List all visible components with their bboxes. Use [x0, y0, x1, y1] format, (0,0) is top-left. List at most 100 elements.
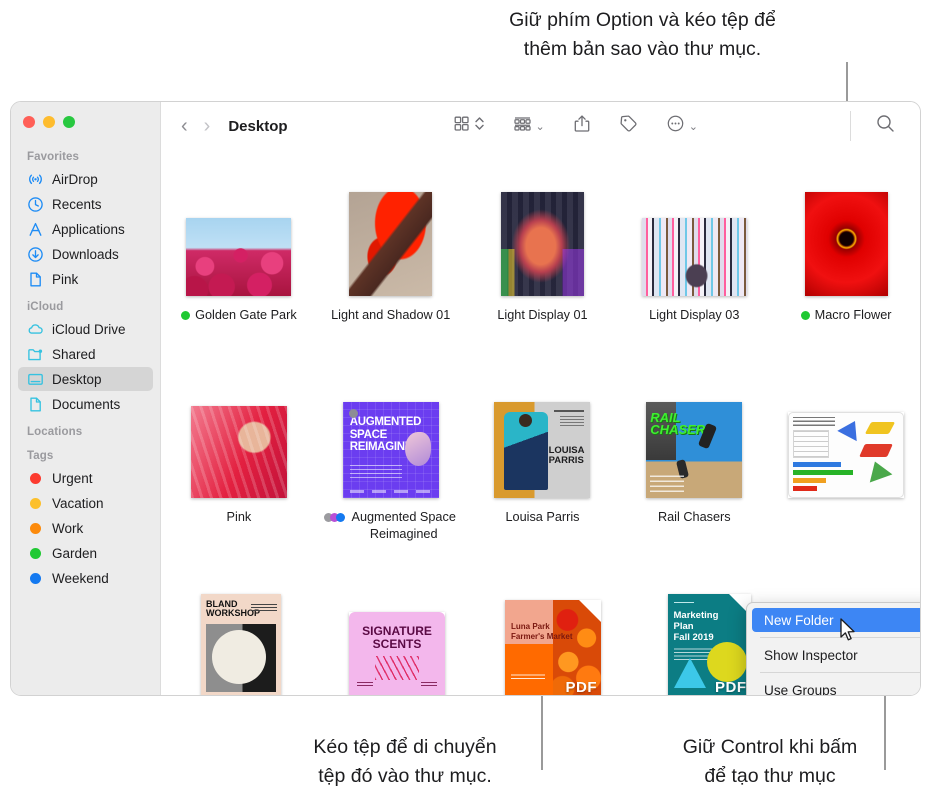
file-thumbnail[interactable]: AUGMENTED SPACE REIMAGINED: [342, 374, 439, 498]
sidebar-group-title: iCloud: [27, 301, 64, 313]
desktop-icon: [27, 371, 44, 388]
share-icon: [573, 114, 591, 138]
sidebar-item-garden[interactable]: Garden: [18, 541, 153, 565]
file-item[interactable]: Macro Flower: [772, 172, 920, 324]
annotation-bottom-left: Kéo tệp để di chuyển tệp đó vào thư mục.: [313, 736, 497, 787]
file-item[interactable]: [772, 374, 920, 543]
file-item[interactable]: Light and Shadow 01: [317, 172, 465, 324]
clock-icon: [27, 196, 44, 213]
sidebar-item-label: Garden: [52, 545, 98, 561]
context-menu-separator: [760, 672, 920, 673]
context-menu-item-show-inspector[interactable]: Show Inspector: [752, 643, 920, 667]
document-icon: [27, 396, 44, 413]
sidebar-item-airdrop[interactable]: AirDrop: [18, 167, 153, 191]
file-grid-row: Golden Gate Park Light and Shadow 01 Light…: [161, 172, 920, 324]
annotation-top-right: Giữ phím Option và kéo tệp để thêm bản s…: [509, 9, 776, 60]
file-thumbnail[interactable]: SIGNATURE SCENTS: [349, 576, 445, 695]
view-mode-button[interactable]: [453, 114, 485, 138]
file-thumbnail[interactable]: [186, 172, 292, 296]
shared-folder-icon: [27, 346, 44, 363]
sidebar-item-vacation[interactable]: Vacation: [18, 491, 153, 515]
sidebar-item-label: iCloud Drive: [52, 321, 126, 337]
file-item[interactable]: SIGNATURE SCENTS: [321, 576, 473, 695]
more-options-button[interactable]: ⌄: [666, 114, 698, 138]
file-thumbnail[interactable]: RAIL CHASERS: [646, 374, 743, 498]
tag-dot-icon: [27, 520, 44, 537]
file-label: Louisa Parris: [505, 509, 579, 526]
group-by-button[interactable]: ⌄: [513, 115, 545, 137]
sidebar-item-work[interactable]: Work: [18, 516, 153, 540]
file-item[interactable]: Pink: [165, 374, 313, 543]
file-item[interactable]: Luna Park Farmer's Market PDF: [477, 576, 629, 695]
sidebar-item-downloads[interactable]: Downloads: [18, 242, 153, 266]
file-item[interactable]: Golden Gate Park: [165, 172, 313, 324]
sidebar-item-desktop[interactable]: Desktop: [18, 367, 153, 391]
window-traffic-lights: [23, 116, 75, 128]
photo-portrait-neon-thumbnail: [500, 192, 584, 296]
tag-dot-icon: [27, 545, 44, 562]
sidebar-item-applications[interactable]: Applications: [18, 217, 153, 241]
file-thumbnail[interactable]: [190, 374, 287, 498]
chevron-down-icon[interactable]: ⌄: [689, 120, 698, 133]
cloud-icon: [27, 321, 44, 338]
file-item[interactable]: Light Display 01: [469, 172, 617, 324]
close-button[interactable]: [23, 116, 35, 128]
tag-button[interactable]: [619, 114, 638, 138]
search-button[interactable]: [875, 113, 896, 139]
context-menu-item-new-folder[interactable]: New Folder: [752, 608, 920, 632]
sidebar-item-recents[interactable]: Recents: [18, 192, 153, 216]
sidebar-item-weekend[interactable]: Weekend: [18, 566, 153, 590]
file-item[interactable]: Light Display 03: [620, 172, 768, 324]
poster-louisa-thumbnail: LOUISA PARRIS: [494, 402, 591, 498]
file-label: Pink: [227, 509, 252, 526]
toolbar: ‹ › Desktop ⌄ ⌄: [161, 102, 920, 150]
file-thumbnail[interactable]: Marketing Plan Fall 2019 PDF: [667, 576, 751, 695]
file-thumbnail[interactable]: [641, 172, 747, 296]
chevron-down-icon[interactable]: ⌄: [536, 120, 545, 133]
file-item[interactable]: AUGMENTED SPACE REIMAGINED Augmented Spac…: [317, 374, 465, 543]
multi-tag-dots-icon: [323, 513, 345, 522]
file-thumbnail[interactable]: BLAND WORKSHOP: [201, 576, 281, 695]
sidebar-group-title: Locations: [27, 426, 83, 438]
sidebar-list[interactable]: Favorites AirDrop Recents Applications Downl…: [11, 142, 160, 695]
file-item[interactable]: RAIL CHASERS Rail Chasers: [620, 374, 768, 543]
share-button[interactable]: [573, 114, 591, 138]
file-thumbnail[interactable]: [804, 172, 888, 296]
file-thumbnail[interactable]: [349, 172, 433, 296]
sidebar-item-label: Applications: [52, 221, 125, 237]
zoom-button[interactable]: [63, 116, 75, 128]
tag-dot-icon: [27, 470, 44, 487]
file-thumbnail[interactable]: [500, 172, 584, 296]
tag-dot-icon: [800, 311, 810, 320]
chevron-right-icon[interactable]: ›: [204, 116, 211, 136]
file-thumbnail[interactable]: LOUISA PARRIS: [494, 374, 591, 498]
sidebar: Favorites AirDrop Recents Applications Downl…: [11, 102, 161, 695]
file-item[interactable]: LOUISA PARRIS Louisa Parris: [469, 374, 617, 543]
sidebar-item-pink[interactable]: Pink: [18, 267, 153, 291]
sidebar-item-icloud-drive[interactable]: iCloud Drive: [18, 317, 153, 341]
document-icon: [27, 271, 44, 288]
context-menu-item-use-groups[interactable]: Use Groups: [752, 678, 920, 696]
tag-icon: [619, 114, 638, 138]
chevron-left-icon[interactable]: ‹: [181, 116, 188, 136]
sidebar-item-shared[interactable]: Shared: [18, 342, 153, 366]
file-name: Rail Chasers: [657, 510, 731, 524]
toolbar-center-buttons: ⌄ ⌄: [453, 114, 698, 138]
poster-signature-scents-thumbnail: SIGNATURE SCENTS: [349, 612, 445, 695]
file-name: Light Display 03: [649, 308, 740, 322]
tag-dot-icon: [181, 311, 191, 320]
stepper-updown-icon[interactable]: [474, 114, 485, 138]
sidebar-item-urgent[interactable]: Urgent: [18, 466, 153, 490]
poster-bland-workshop-thumbnail: BLAND WORKSHOP: [201, 594, 281, 695]
file-thumbnail[interactable]: [788, 374, 905, 498]
toolbar-right: [850, 102, 920, 150]
sidebar-item-documents[interactable]: Documents: [18, 392, 153, 416]
file-thumbnail[interactable]: Luna Park Farmer's Market PDF: [505, 576, 601, 695]
toolbar-divider: [850, 111, 851, 141]
file-item[interactable]: BLAND WORKSHOP: [165, 576, 317, 695]
sidebar-item-label: Desktop: [52, 371, 102, 387]
context-menu-item-label: Show Inspector: [764, 647, 858, 663]
minimize-button[interactable]: [43, 116, 55, 128]
poster-rail-chasers-thumbnail: RAIL CHASERS: [646, 402, 743, 498]
context-menu[interactable]: New FolderShow InspectorUse GroupsSort B…: [746, 602, 920, 696]
